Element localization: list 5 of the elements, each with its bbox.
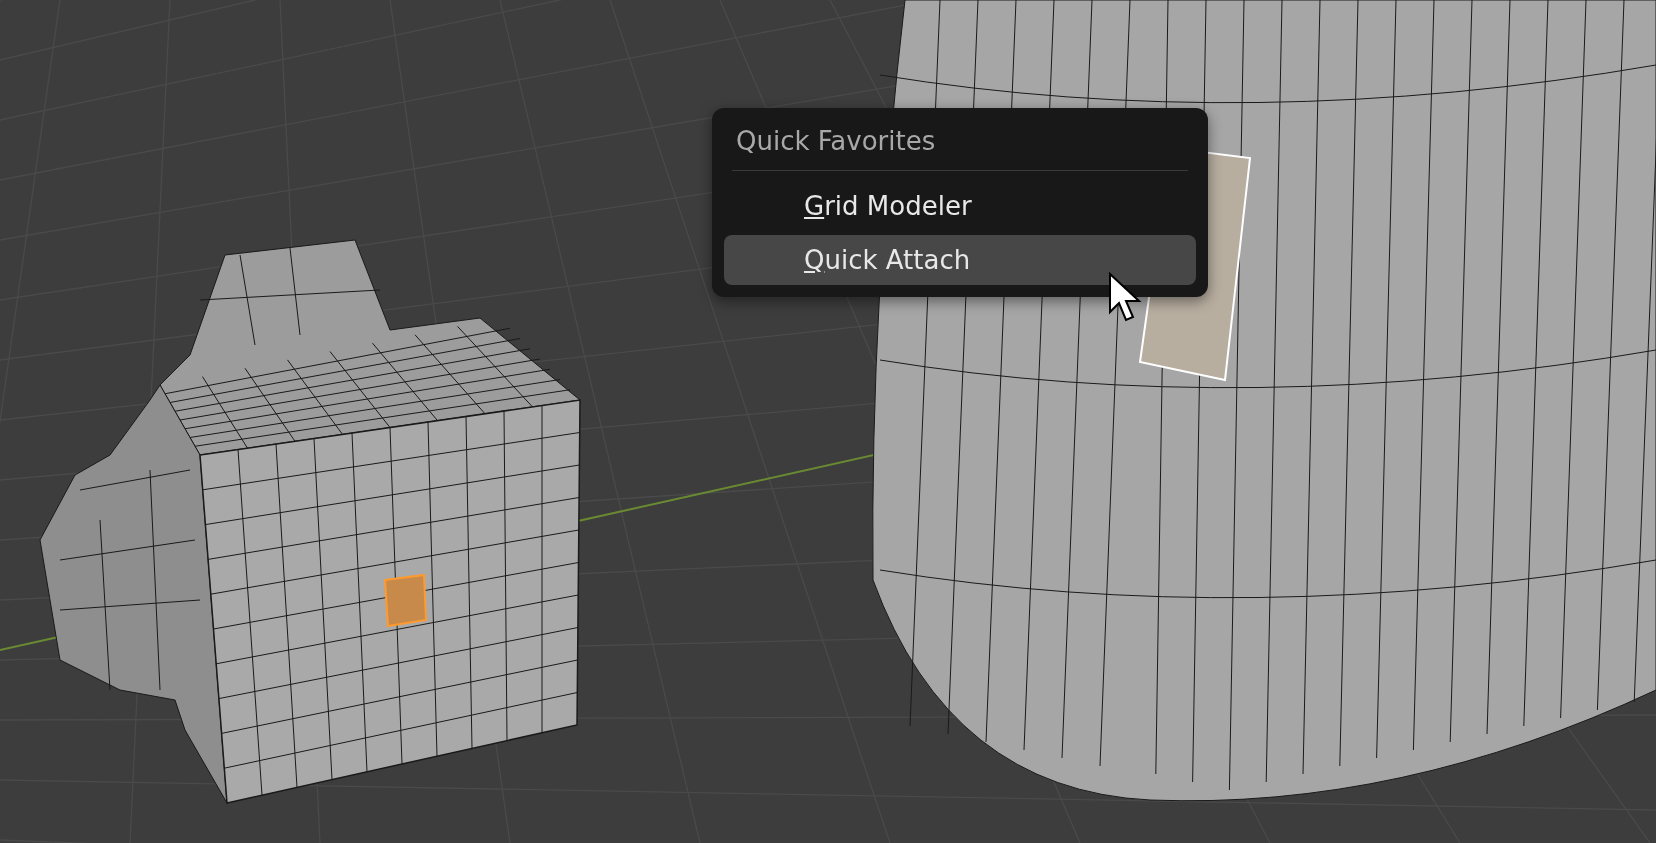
mouse-cursor-icon bbox=[1108, 272, 1144, 324]
menu-item[interactable]: Grid Modeler bbox=[724, 181, 1196, 231]
menu-title: Quick Favorites bbox=[735, 125, 937, 158]
3d-viewport[interactable]: Quick Favorites Grid Modeler Quick Attach bbox=[0, 0, 1656, 843]
menu-item[interactable]: Quick Attach bbox=[724, 235, 1196, 285]
